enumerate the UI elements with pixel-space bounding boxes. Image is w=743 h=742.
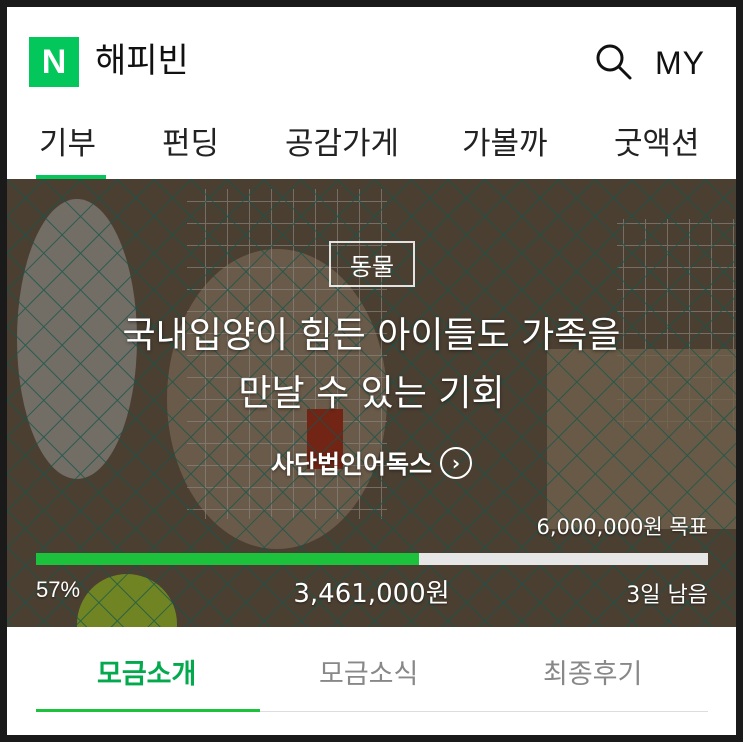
naver-logo[interactable]: N — [29, 37, 79, 87]
goal-amount: 6,000,000원 목표 — [536, 515, 708, 539]
campaign-title: 국내입양이 힘든 아이들도 가족을 만날 수 있는 기회 — [27, 307, 716, 423]
tab-fundraising-news[interactable]: 모금소식 — [319, 653, 418, 697]
tab-good-action[interactable]: 굿액션 — [614, 121, 700, 167]
category-badge: 동물 — [329, 241, 415, 287]
app-header: N 해피빈 MY — [7, 7, 736, 109]
campaign-tabs: 모금소개 모금소식 최종후기 — [7, 627, 736, 735]
search-icon[interactable] — [593, 41, 633, 81]
campaign-hero[interactable]: 동물 국내입양이 힘든 아이들도 가족을 만날 수 있는 기회 사단법인어독스 … — [7, 179, 736, 627]
brand-title[interactable]: 해피빈 — [95, 37, 189, 85]
chevron-right-icon[interactable]: › — [440, 447, 472, 479]
organization-link[interactable]: 사단법인어독스 › — [7, 443, 736, 483]
tab-fundraising-intro[interactable]: 모금소개 — [97, 653, 196, 697]
tab-shall-we-go[interactable]: 가볼까 — [462, 121, 548, 167]
tab-final-review[interactable]: 최종후기 — [543, 653, 642, 697]
tab-donation[interactable]: 기부 — [39, 121, 96, 167]
days-remaining: 3일 남음 — [626, 583, 708, 608]
campaign-title-line-2: 만날 수 있는 기회 — [238, 373, 505, 414]
tab-empathy-store[interactable]: 공감가게 — [285, 121, 399, 167]
tab-funding[interactable]: 펀딩 — [162, 121, 219, 167]
active-subtab-indicator — [36, 709, 260, 712]
campaign-title-line-1: 국내입양이 힘든 아이들도 가족을 — [122, 315, 621, 356]
app-frame: N 해피빈 MY 기부 펀딩 공감가게 가볼까 굿액션 동물 국내입양이 힘든 … — [7, 7, 736, 735]
progress-fill — [36, 553, 420, 565]
progress-bar — [36, 553, 708, 565]
my-page-link[interactable]: MY — [655, 41, 705, 85]
organization-name[interactable]: 사단법인어독스 — [271, 445, 432, 481]
main-nav: 기부 펀딩 공감가게 가볼까 굿액션 — [7, 109, 736, 181]
